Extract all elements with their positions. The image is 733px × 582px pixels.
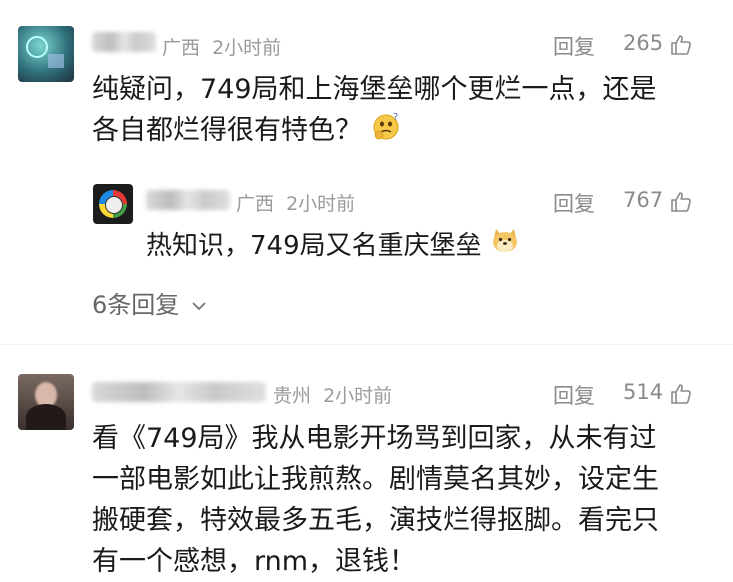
- comment-text: 纯疑问，749局和上海堡垒哪个更烂一点，还是 各自都烂得很有特色？ ?: [92, 69, 657, 153]
- reply-button[interactable]: 回复: [553, 380, 595, 410]
- comment-text-line: 搬硬套，特效最多五毛，演技烂得抠脚。看完只: [92, 505, 659, 536]
- comment-text: 看《749局》我从电影开场骂到回家，从未有过 一部电影如此让我煎熬。剧情莫名其妙…: [92, 418, 659, 582]
- divider: [0, 344, 733, 345]
- comment-text-line: 有一个感想，rnm，退钱！: [92, 546, 417, 577]
- avatar[interactable]: [18, 374, 74, 430]
- like-count: 265: [623, 31, 664, 55]
- avatar[interactable]: [93, 184, 133, 224]
- thumbs-up-icon[interactable]: [669, 382, 693, 406]
- like-count: 767: [623, 188, 664, 212]
- timestamp: 2小时前: [212, 37, 282, 59]
- comment-text-line: 看《749局》我从电影开场骂到回家，从未有过: [92, 423, 657, 454]
- username-blurred[interactable]: [146, 190, 230, 210]
- thumbs-up-icon[interactable]: [669, 190, 693, 214]
- reply-button[interactable]: 回复: [553, 188, 595, 218]
- reply-meta: 广西 2小时前: [236, 189, 355, 216]
- comment-meta: 贵州 2小时前: [273, 381, 392, 408]
- location: 广西: [162, 37, 201, 59]
- location: 贵州: [273, 385, 312, 407]
- reply-button[interactable]: 回复: [553, 31, 595, 61]
- avatar[interactable]: [18, 26, 74, 82]
- username-blurred[interactable]: [92, 32, 156, 52]
- thumbs-up-icon[interactable]: [669, 33, 693, 57]
- thinking-emoji-icon: ?: [371, 111, 403, 153]
- timestamp: 2小时前: [286, 193, 356, 215]
- doge-emoji-icon: [490, 226, 520, 267]
- timestamp: 2小时前: [323, 385, 393, 407]
- chevron-down-icon: [192, 302, 206, 311]
- svg-text:?: ?: [393, 112, 398, 123]
- location: 广西: [236, 193, 275, 215]
- comment-meta: 广西 2小时前: [162, 33, 281, 60]
- comment-text-line: 一部电影如此让我煎熬。剧情莫名其妙，设定生: [92, 464, 659, 495]
- like-count: 514: [623, 380, 664, 404]
- comment-text-line: 纯疑问，749局和上海堡垒哪个更烂一点，还是: [92, 74, 657, 105]
- username-blurred[interactable]: [92, 382, 266, 402]
- comment-text-line: 各自都烂得很有特色？ ?: [92, 110, 657, 153]
- more-replies-link[interactable]: 6条回复: [92, 285, 207, 320]
- reply-text: 热知识，749局又名重庆堡垒: [146, 226, 520, 267]
